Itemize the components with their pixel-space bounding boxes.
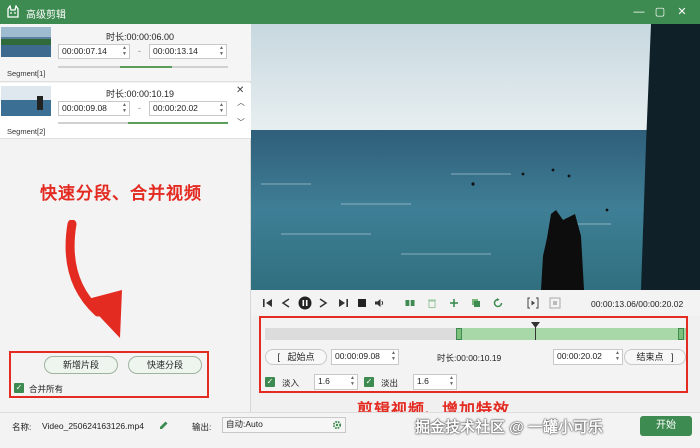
segment-duration: 时长:00:00:10.19 xyxy=(106,89,175,99)
output-label: 输出: xyxy=(192,422,212,432)
edit-pencil-icon[interactable] xyxy=(159,420,169,430)
mark-in-icon[interactable] xyxy=(527,297,539,309)
maximize-button[interactable]: ▢ xyxy=(652,4,668,20)
video-preview[interactable] xyxy=(251,24,700,290)
output-select[interactable]: 自动:Auto xyxy=(222,417,346,433)
spinner-icon[interactable]: ▲ ▼ xyxy=(121,45,128,58)
time-display: 00:00:13.06/00:00:20.02 xyxy=(591,299,684,309)
segment-duration: 时长:00:00:06.00 xyxy=(106,32,175,42)
spinner-icon[interactable]: ▲ ▼ xyxy=(448,375,455,388)
stop-icon[interactable] xyxy=(357,298,367,308)
range-dash: - xyxy=(138,46,141,56)
skip-start-icon[interactable] xyxy=(263,298,273,308)
segment-panel: Segment[1] 时长:00:00:06.00 00:00:07.14 ▲ ▼… xyxy=(0,24,251,412)
segment-start-input[interactable]: 00:00:07.14 ▲ ▼ xyxy=(58,44,130,59)
segment-end-input[interactable]: 00:00:13.14 ▲ ▼ xyxy=(149,44,227,59)
segment-thumbnail xyxy=(1,27,51,57)
cat-logo-icon xyxy=(7,5,19,18)
skip-end-icon[interactable] xyxy=(338,298,348,308)
red-arrow-icon xyxy=(65,220,122,338)
range-start-handle[interactable] xyxy=(456,328,462,340)
spinner-icon[interactable]: ▲ ▼ xyxy=(614,350,621,363)
copy-icon[interactable] xyxy=(471,298,481,308)
set-end-button[interactable]: 结束点 ] xyxy=(624,349,686,365)
timeline-track[interactable] xyxy=(265,322,686,340)
split-icon[interactable] xyxy=(405,298,415,308)
name-label: 名称: xyxy=(12,422,32,432)
clip-edit-panel: [ 起始点 00:00:09.08 ▲ ▼ 时长:00:00:10.19 00:0… xyxy=(259,316,688,393)
gear-icon[interactable] xyxy=(332,420,342,430)
range-end-handle[interactable] xyxy=(678,328,684,340)
segment-item-2[interactable]: Segment[2] 时长:00:00:10.19 ✕ ︿ ﹀ 00:00:09… xyxy=(0,83,251,139)
end-time-input[interactable]: 00:00:20.02 ▲ ▼ xyxy=(553,349,623,365)
reset-icon[interactable] xyxy=(493,298,503,308)
segment-end-input[interactable]: 00:00:20.02 ▲ ▼ xyxy=(149,101,227,116)
fade-in-input[interactable]: 1.6 ▲ ▼ xyxy=(314,374,358,390)
window-title: 高级剪辑 xyxy=(26,10,66,21)
chevron-up-icon[interactable]: ︿ xyxy=(237,97,245,108)
fade-in-label: 淡入 xyxy=(282,378,300,388)
clip-duration: 时长:00:00:10.19 xyxy=(437,353,502,363)
quick-split-button[interactable]: 快速分段 xyxy=(128,356,202,374)
segment-item-1[interactable]: Segment[1] 时长:00:00:06.00 00:00:07.14 ▲ ▼… xyxy=(0,24,251,82)
pause-icon[interactable] xyxy=(298,296,312,310)
player-controls: 00:00:13.06/00:00:20.02 xyxy=(251,290,700,316)
segment-start-input[interactable]: 00:00:09.08 ▲ ▼ xyxy=(58,101,130,116)
fade-out-checkbox[interactable]: ✓ xyxy=(364,377,374,387)
close-button[interactable]: ✕ xyxy=(674,4,690,20)
timeline-selected-range xyxy=(458,328,686,340)
watermark: 掘金技术社区 @ 一罐小可乐 xyxy=(415,419,603,436)
annotation-left: 快速分段、合并视频 xyxy=(40,184,202,203)
segment-actions-box: 新增片段 快速分段 ✓ 合并所有 xyxy=(9,351,209,398)
bottom-bar: 名称: Video_250624163126.mp4 输出: 自动:Auto 开… xyxy=(0,412,700,448)
merge-all-checkbox[interactable]: ✓ xyxy=(14,383,24,393)
start-export-button[interactable]: 开始 xyxy=(640,416,692,436)
mark-out-icon[interactable] xyxy=(549,297,561,309)
fade-out-label: 淡出 xyxy=(381,378,399,388)
delete-icon[interactable] xyxy=(427,298,437,308)
playhead-icon[interactable] xyxy=(531,322,540,328)
merge-all-label: 合并所有 xyxy=(29,384,64,394)
step-forward-icon[interactable] xyxy=(318,298,328,308)
spinner-icon[interactable]: ▲ ▼ xyxy=(390,350,397,363)
volume-icon[interactable] xyxy=(374,298,384,308)
segment-label: Segment[2] xyxy=(7,127,46,136)
spinner-icon[interactable]: ▲ ▼ xyxy=(349,375,356,388)
add-segment-button[interactable]: 新增片段 xyxy=(44,356,118,374)
add-icon[interactable] xyxy=(449,298,459,308)
segment-range-bar xyxy=(58,122,228,124)
spinner-icon[interactable]: ▲ ▼ xyxy=(218,102,225,115)
close-segment-icon[interactable]: ✕ xyxy=(236,85,244,96)
segment-label: Segment[1] xyxy=(7,69,46,78)
spinner-icon[interactable]: ▲ ▼ xyxy=(218,45,225,58)
chevron-down-icon[interactable]: ﹀ xyxy=(237,117,245,128)
range-dash: - xyxy=(138,103,141,113)
segment-range-bar xyxy=(58,66,228,68)
file-name: Video_250624163126.mp4 xyxy=(42,421,144,431)
title-bar: 高级剪辑 — ▢ ✕ xyxy=(0,0,700,24)
video-frame xyxy=(251,24,700,290)
fade-in-checkbox[interactable]: ✓ xyxy=(265,377,275,387)
set-start-button[interactable]: [ 起始点 xyxy=(265,349,327,365)
step-back-icon[interactable] xyxy=(281,298,291,308)
start-time-input[interactable]: 00:00:09.08 ▲ ▼ xyxy=(331,349,399,365)
fade-out-input[interactable]: 1.6 ▲ ▼ xyxy=(413,374,457,390)
spinner-icon[interactable]: ▲ ▼ xyxy=(121,102,128,115)
minimize-button[interactable]: — xyxy=(631,4,647,20)
segment-thumbnail xyxy=(1,86,51,116)
